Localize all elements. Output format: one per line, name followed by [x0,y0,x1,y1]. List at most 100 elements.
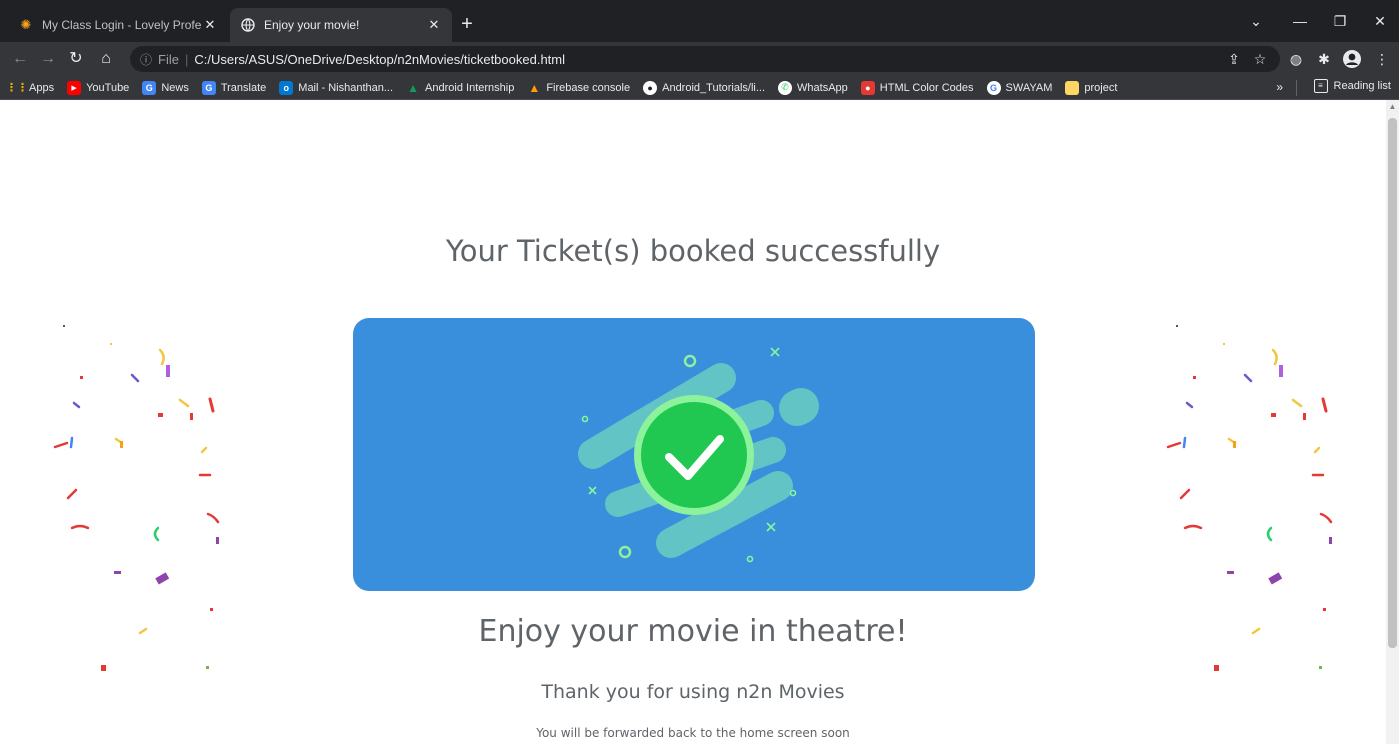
reading-list-label: Reading list [1333,80,1391,92]
confetti-piece [1182,436,1187,449]
confetti-piece [1233,441,1236,448]
page-viewport: Your Ticket(s) booked successfully Enjoy… [0,100,1386,744]
confetti-piece [80,376,83,379]
confetti-piece [1303,413,1306,420]
success-check-illustration [578,347,819,563]
confetti-piece [208,397,215,413]
confetti-piece [1271,348,1278,366]
bookmark-android-internship[interactable]: ▲ Android Internship [406,81,514,95]
confetti-right [1166,325,1333,671]
confetti-piece [210,608,213,611]
share-icon[interactable]: ⇪ [1222,47,1246,71]
close-window-button[interactable]: ✕ [1360,8,1399,34]
apps-grid-icon: ⋮⋮ [6,82,28,94]
confetti-piece [53,441,69,449]
bookmark-android-tutorials[interactable]: ● Android_Tutorials/li... [643,80,765,95]
tab-enjoy-your-movie[interactable]: Enjoy your movie! ✕ [230,8,452,42]
github-icon: ● [643,80,658,95]
puzzle-extensions-icon[interactable]: ✱ [1312,47,1336,71]
reload-button[interactable]: ↻ [64,47,88,71]
bookmark-project[interactable]: project [1065,80,1118,95]
bookmark-whatsapp[interactable]: ✆ WhatsApp [778,80,848,95]
confetti-piece [190,413,193,420]
ring-shape [789,489,797,497]
vertical-scrollbar[interactable]: ▲ [1386,100,1399,744]
cross-shape [770,347,780,357]
confetti-piece [1185,401,1194,409]
confetti-piece [120,441,123,448]
cross-shape [766,522,776,532]
confetti-left [53,325,220,671]
confetti-piece [206,666,209,669]
confetti-piece [110,343,112,345]
info-icon[interactable]: ⓘ [140,51,152,68]
bookmark-translate[interactable]: G Translate [201,80,266,95]
ring-shape [746,555,754,563]
browser-toolbar: ← → ↻ ⌂ ⓘ File | C:/Users/ASUS/OneDrive/… [0,42,1399,76]
outlook-icon: o [279,80,294,95]
confetti-piece [1321,397,1328,413]
url-text: C:/Users/ASUS/OneDrive/Desktop/n2nMovies… [194,51,566,67]
confetti-piece [1166,441,1182,449]
confetti-piece [63,325,65,327]
tab-my-class-login[interactable]: ✺ My Class Login - Lovely Professio ✕ [8,8,228,42]
address-bar[interactable]: ⓘ File | C:/Users/ASUS/OneDrive/Desktop/… [130,46,1280,72]
bookmark-label: WhatsApp [797,81,848,94]
back-button[interactable]: ← [8,47,32,71]
bookmark-firebase[interactable]: ▲ Firebase console [527,81,630,95]
confetti-piece [1214,665,1219,671]
confetti-piece [1271,413,1276,417]
bookmarks-bar: ⋮⋮ Apps ▶ YouTube G News G Translate o M… [0,76,1399,100]
success-headline: Your Ticket(s) booked successfully [445,234,941,268]
bookmark-html-color-codes[interactable]: ● HTML Color Codes [860,80,974,95]
close-tab-icon[interactable]: ✕ [426,17,442,33]
reading-list-button[interactable]: ≡ Reading list [1313,79,1391,93]
bookmark-youtube[interactable]: ▶ YouTube [67,80,129,95]
bookmark-label: Apps [29,81,55,94]
confetti-piece [1223,343,1225,345]
bookmark-news[interactable]: G News [142,80,189,95]
google-icon: G [986,80,1001,95]
menu-kebab-icon[interactable]: ⋮ [1370,47,1394,71]
bookmark-star-icon[interactable]: ☆ [1248,47,1272,71]
confetti-piece [66,488,78,500]
redirect-notice: You will be forwarded back to the home s… [536,726,850,740]
ring-shape [581,415,589,423]
confetti-piece [206,512,220,524]
bookmark-apps[interactable]: ⋮⋮ Apps [6,81,55,95]
bookmark-label: Android Internship [425,81,515,94]
ring-shape [618,545,632,559]
stripe-shape [779,388,819,426]
home-button[interactable]: ⌂ [94,47,118,71]
confetti-piece [200,446,208,454]
bookmarks-overflow-button[interactable]: » [1276,80,1283,94]
confetti-piece [130,373,140,383]
bookmark-label: project [1084,81,1118,94]
new-tab-button[interactable]: + [455,12,479,36]
confetti-piece [1329,537,1332,544]
confetti-piece [1179,488,1191,500]
maximize-button[interactable]: ❐ [1320,8,1360,34]
folder-icon [1065,80,1080,95]
scroll-up-arrow-icon[interactable]: ▲ [1386,102,1399,111]
close-tab-icon[interactable]: ✕ [202,17,218,33]
success-illustration-card [353,318,1035,591]
bookmark-label: News [161,81,189,94]
bookmark-mail[interactable]: o Mail - Nishanthan... [279,80,393,95]
url-scheme-label: File [158,51,179,67]
confetti-piece [1291,398,1303,408]
url-separator: | [184,51,189,67]
scrollbar-thumb[interactable] [1388,118,1397,648]
confetti-piece [155,572,170,585]
bookmark-swayam[interactable]: G SWAYAM [986,80,1052,95]
profile-avatar-icon[interactable] [1340,47,1364,71]
confetti-piece [1176,325,1178,327]
minimize-button[interactable]: — [1280,8,1320,34]
confetti-piece [1183,524,1203,530]
extension-icon[interactable]: ◍ [1284,47,1308,71]
tab-strip: ✺ My Class Login - Lovely Professio ✕ En… [0,0,1399,42]
ring-shape [683,354,697,368]
tab-search-icon[interactable]: ⌄ [1236,8,1276,34]
confetti-piece [1243,373,1253,383]
forward-button[interactable]: → [36,47,60,71]
